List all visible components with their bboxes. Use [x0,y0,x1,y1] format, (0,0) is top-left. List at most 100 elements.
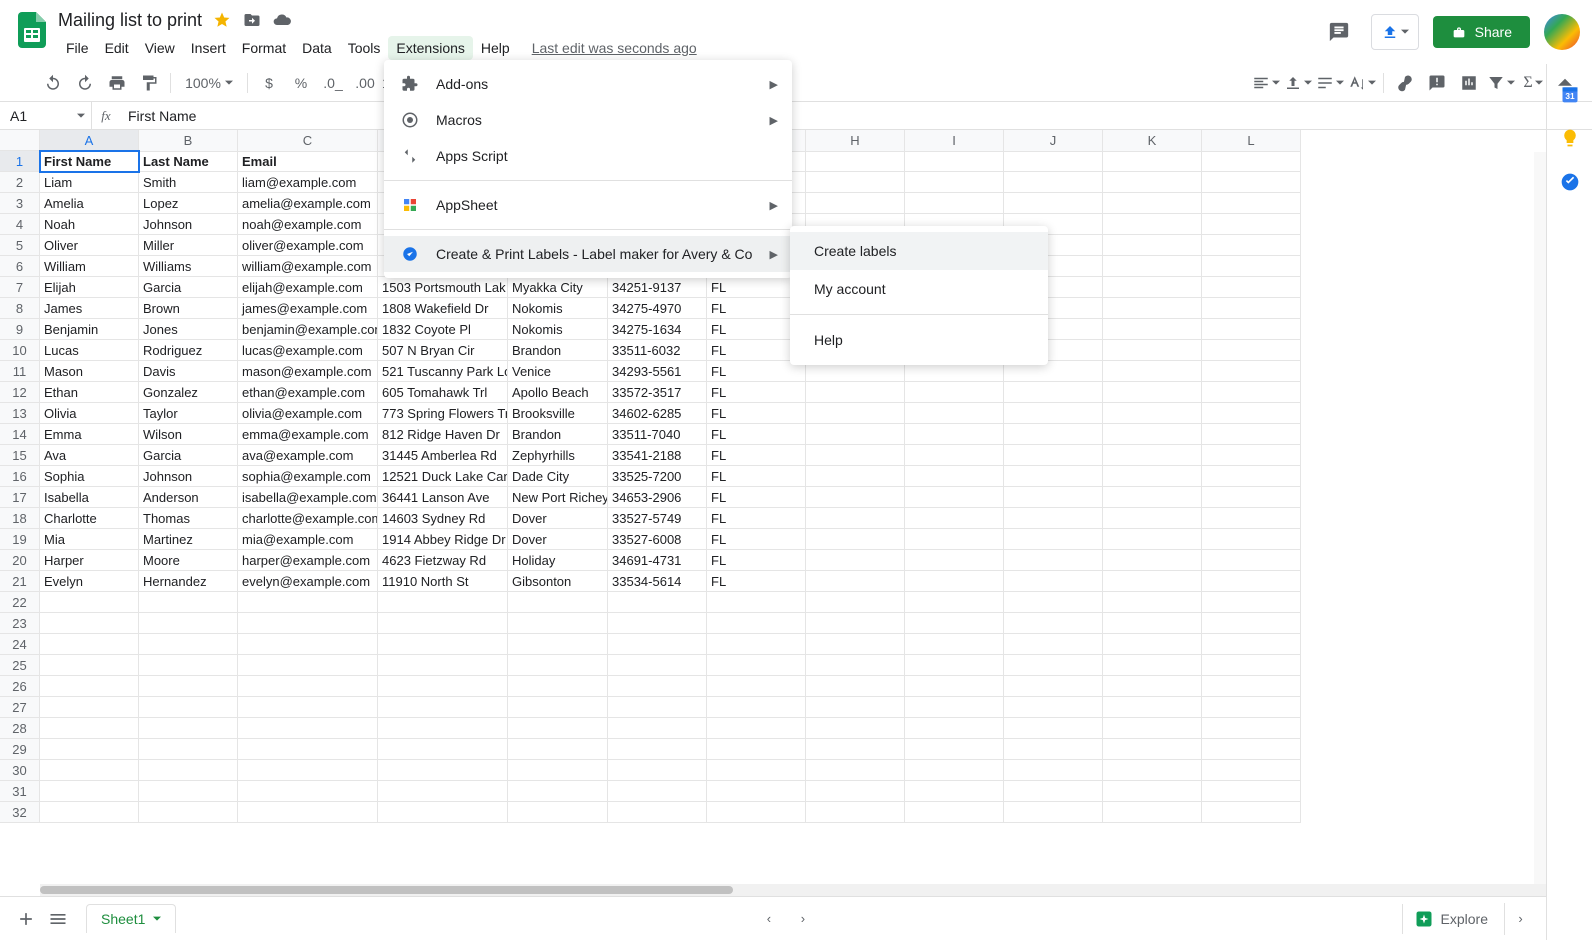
row-header[interactable]: 32 [0,802,40,823]
cell[interactable] [707,613,806,634]
cell[interactable] [238,613,378,634]
row-header[interactable]: 29 [0,739,40,760]
cell[interactable] [1103,298,1202,319]
cell[interactable] [905,571,1004,592]
cell[interactable]: Holiday [508,550,608,571]
cell[interactable] [608,697,707,718]
cell[interactable] [1202,298,1301,319]
cell[interactable] [608,634,707,655]
cell[interactable] [806,151,905,172]
row-header[interactable]: 26 [0,676,40,697]
cell[interactable] [1202,403,1301,424]
cell[interactable] [1202,193,1301,214]
cell[interactable]: 33572-3517 [608,382,707,403]
cell[interactable]: benjamin@example.com [238,319,378,340]
cell[interactable]: Harper [40,550,139,571]
menu-extensions[interactable]: Extensions [388,36,472,60]
cell[interactable] [40,802,139,823]
row-header[interactable]: 3 [0,193,40,214]
cell[interactable] [1004,466,1103,487]
cell[interactable] [1103,697,1202,718]
cell[interactable]: Martinez [139,529,238,550]
cell[interactable] [1202,319,1301,340]
cell[interactable] [1103,739,1202,760]
cell[interactable]: Davis [139,361,238,382]
cell[interactable] [1103,613,1202,634]
star-icon[interactable] [212,10,232,30]
zoom-select[interactable]: 100% [177,69,241,97]
cell[interactable]: Brandon [508,424,608,445]
increase-decimal-button[interactable]: .00 [350,69,380,97]
cell[interactable] [40,655,139,676]
cell[interactable] [1103,214,1202,235]
cell[interactable] [139,655,238,676]
formula-input[interactable]: First Name [120,108,1592,124]
cell[interactable]: FL [707,466,806,487]
cell[interactable] [508,676,608,697]
cell[interactable] [905,760,1004,781]
cell[interactable] [40,760,139,781]
cell[interactable]: FL [707,508,806,529]
cell[interactable] [905,172,1004,193]
cell[interactable] [1202,550,1301,571]
ext-menu-item[interactable]: Create & Print Labels - Label maker for … [384,236,792,272]
cell[interactable] [905,403,1004,424]
menu-help[interactable]: Help [473,36,518,60]
cell[interactable]: Isabella [40,487,139,508]
cell[interactable] [1103,802,1202,823]
cell[interactable] [1103,445,1202,466]
cell[interactable] [905,466,1004,487]
cell[interactable] [1202,445,1301,466]
cell[interactable] [139,760,238,781]
menu-data[interactable]: Data [294,36,340,60]
cell[interactable] [806,592,905,613]
cell[interactable]: evelyn@example.com [238,571,378,592]
cell[interactable]: Apollo Beach [508,382,608,403]
keep-icon[interactable] [1560,128,1580,148]
col-header[interactable]: K [1103,130,1202,152]
cell[interactable] [238,739,378,760]
row-header[interactable]: 7 [0,277,40,298]
cell[interactable]: Brooksville [508,403,608,424]
cell[interactable]: mason@example.com [238,361,378,382]
cell[interactable] [1004,802,1103,823]
cell[interactable] [608,760,707,781]
cell[interactable] [608,718,707,739]
cell[interactable] [1202,214,1301,235]
cell[interactable] [40,613,139,634]
menu-format[interactable]: Format [234,36,294,60]
cell[interactable] [508,634,608,655]
cell[interactable] [1202,655,1301,676]
cell[interactable] [1103,361,1202,382]
cell[interactable]: oliver@example.com [238,235,378,256]
ext-menu-item[interactable]: Add-ons▶ [384,66,792,102]
cell[interactable] [40,718,139,739]
cell[interactable] [1004,676,1103,697]
cell[interactable] [508,592,608,613]
row-header[interactable]: 31 [0,781,40,802]
cell[interactable]: 773 Spring Flowers Tr [378,403,508,424]
cell[interactable] [905,613,1004,634]
cell[interactable]: 4623 Fietzway Rd [378,550,508,571]
cell[interactable] [1202,613,1301,634]
cell[interactable] [1202,760,1301,781]
row-header[interactable]: 9 [0,319,40,340]
cell[interactable]: Jones [139,319,238,340]
cell[interactable] [806,613,905,634]
cell[interactable] [378,781,508,802]
cell[interactable]: Amelia [40,193,139,214]
cell[interactable] [905,655,1004,676]
paint-format-button[interactable] [134,69,164,97]
cell[interactable] [806,655,905,676]
cell[interactable] [1202,382,1301,403]
account-avatar[interactable] [1544,14,1580,50]
cell[interactable] [806,739,905,760]
cell[interactable] [905,718,1004,739]
vertical-align-button[interactable] [1283,69,1313,97]
cell[interactable] [378,718,508,739]
row-header[interactable]: 4 [0,214,40,235]
row-header[interactable]: 18 [0,508,40,529]
cell[interactable] [378,676,508,697]
text-wrap-button[interactable] [1315,69,1345,97]
cell[interactable] [1004,529,1103,550]
